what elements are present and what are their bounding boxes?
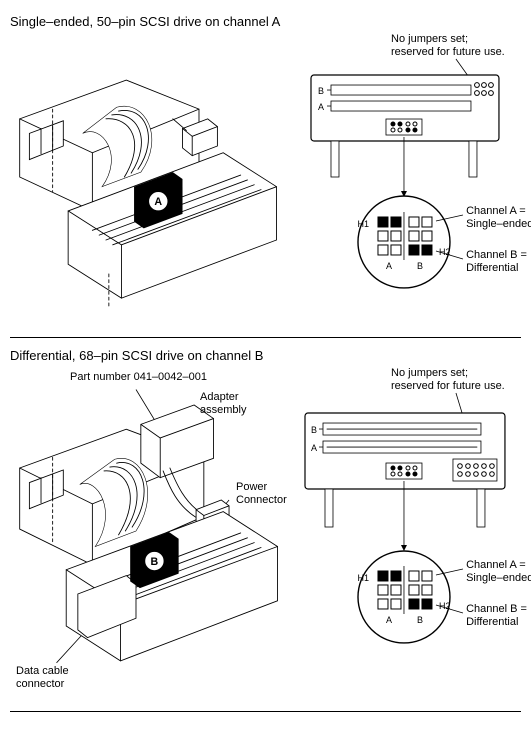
svg-text:B: B xyxy=(417,615,423,625)
channel-badge-b: B xyxy=(151,556,159,568)
schematic-b: No jumpers set;reserved for future use. … xyxy=(291,371,521,691)
label-channel-a-a: Channel A =Single–ended xyxy=(466,205,531,230)
label-partnum: Part number 041–0042–001 xyxy=(70,371,207,384)
label-datacable: Data cableconnector xyxy=(16,665,86,690)
panel-channel-a: Single–ended, 50–pin SCSI drive on chann… xyxy=(10,14,521,338)
svg-text:A: A xyxy=(386,261,392,271)
slot-label-b-b: B xyxy=(311,425,317,435)
iso-svg-a: A xyxy=(10,37,291,317)
schematic-svg-b: B A xyxy=(291,371,521,691)
iso-drawing-a: A xyxy=(10,37,291,317)
iso-svg-b: B xyxy=(10,371,291,691)
label-channel-a-b: Channel A =Single–ended xyxy=(466,559,531,584)
panel-channel-b: Differential, 68–pin SCSI drive on chann… xyxy=(10,348,521,712)
jumper-block-small-b xyxy=(386,463,422,479)
channel-badge-a: A xyxy=(154,196,162,208)
label-adapter: Adapterassembly xyxy=(200,391,260,416)
panel-a-title: Single–ended, 50–pin SCSI drive on chann… xyxy=(10,14,521,29)
svg-text:H1: H1 xyxy=(358,573,370,583)
schematic-a: No jumpers set;reserved for future use. … xyxy=(291,37,521,317)
jumper-block-small-a xyxy=(386,119,422,135)
svg-text:H1: H1 xyxy=(358,219,370,229)
reserved-jumper-pins-b xyxy=(453,459,497,481)
schematic-svg-a: B A xyxy=(291,37,521,317)
panel-b-row: Part number 041–0042–001 Adapterassembly… xyxy=(10,371,521,691)
slot-label-a-a: A xyxy=(318,102,324,112)
panel-b-title: Differential, 68–pin SCSI drive on chann… xyxy=(10,348,521,363)
svg-text:B: B xyxy=(417,261,423,271)
panel-a-row: A No jumpers set;reserved for future use… xyxy=(10,37,521,317)
label-power: PowerConnector xyxy=(236,481,296,506)
slot-label-b-a: B xyxy=(318,86,324,96)
label-no-jumpers-a: No jumpers set;reserved for future use. xyxy=(391,33,521,58)
svg-text:A: A xyxy=(386,615,392,625)
slot-label-a-b: A xyxy=(311,443,317,453)
iso-drawing-b: Part number 041–0042–001 Adapterassembly… xyxy=(10,371,291,691)
label-no-jumpers-b: No jumpers set;reserved for future use. xyxy=(391,367,521,392)
label-channel-b-a: Channel B =Differential xyxy=(466,249,531,274)
label-channel-b-b: Channel B =Differential xyxy=(466,603,531,628)
